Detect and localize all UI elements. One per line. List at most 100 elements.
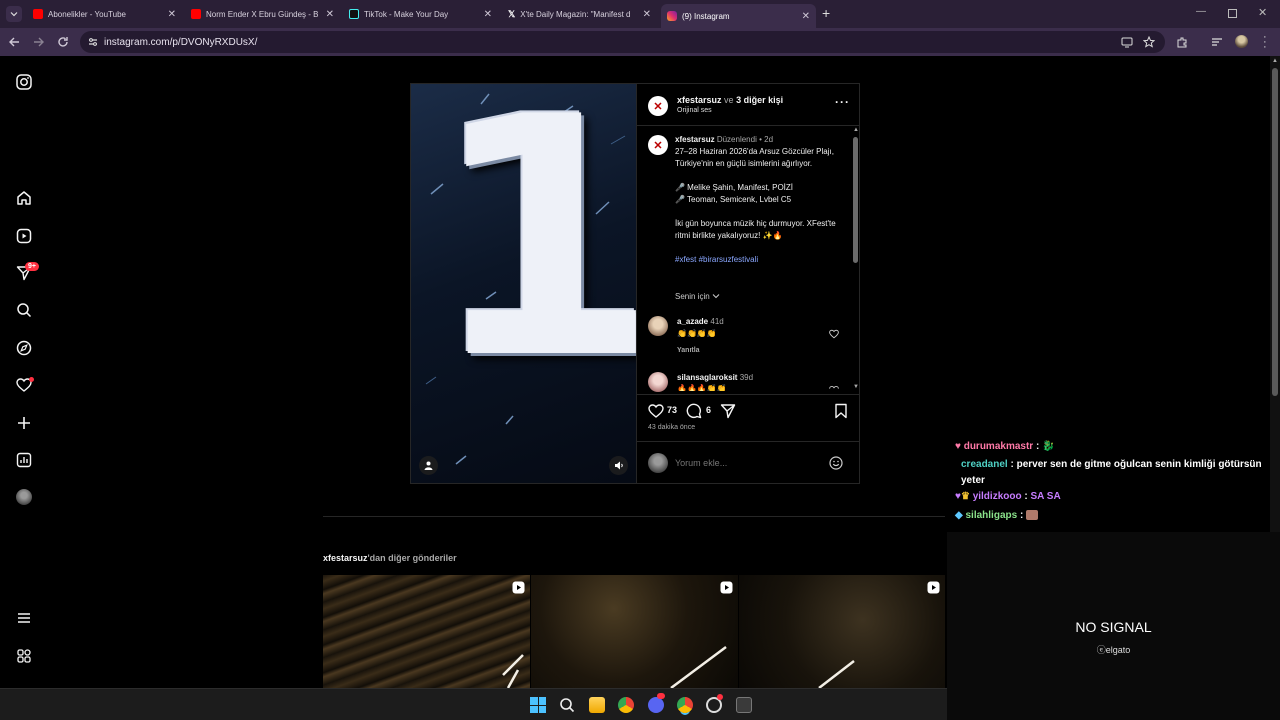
post-video[interactable]: 1: [411, 84, 636, 483]
comment: silansaglaroksit 39d: [677, 373, 753, 382]
tab-instagram[interactable]: (9) Instagram ✕: [661, 4, 816, 28]
comments-scrollbar[interactable]: ▲ ▼: [852, 127, 859, 393]
chrome-icon[interactable]: [618, 697, 634, 713]
tab-title: (9) Instagram: [682, 11, 730, 21]
profile-avatar[interactable]: [14, 487, 34, 507]
home-icon[interactable]: [14, 188, 34, 208]
more-posts-author[interactable]: xfestarsuz: [323, 553, 368, 563]
chrome-profile-icon[interactable]: [677, 697, 693, 713]
close-icon[interactable]: ✕: [326, 9, 334, 20]
comment-username[interactable]: a_azade: [677, 317, 708, 326]
instagram-logo-icon[interactable]: [14, 72, 34, 92]
windows-start-icon[interactable]: [530, 697, 546, 713]
comment-input[interactable]: [675, 455, 815, 471]
chat-username: silahligaps: [965, 510, 1018, 521]
audio-label[interactable]: Orijinal ses: [677, 107, 712, 114]
author-avatar[interactable]: ✕: [648, 96, 668, 116]
forward-icon[interactable]: [33, 36, 45, 48]
author-username[interactable]: xfestarsuz: [677, 95, 722, 105]
mute-button[interactable]: [609, 456, 628, 475]
more-post-thumbnail[interactable]: [739, 575, 945, 688]
caption-time: 2d: [764, 135, 774, 144]
reload-icon[interactable]: [57, 36, 69, 48]
capture-overlay: NO SIGNAL ⓔelgato: [947, 532, 1280, 720]
search-icon[interactable]: [14, 300, 34, 320]
comment-time: 41d: [710, 317, 724, 326]
tab-search-button[interactable]: [6, 6, 22, 22]
like-icon[interactable]: [648, 403, 664, 419]
scrollbar-thumb[interactable]: [853, 137, 858, 263]
commenter-avatar[interactable]: [648, 372, 668, 392]
comment-username[interactable]: silansaglaroksit: [677, 373, 737, 382]
like-comment-icon[interactable]: [829, 385, 839, 391]
chevron-down-icon: [712, 294, 720, 299]
caption-hashtags[interactable]: #xfest #birarsuzfestivali: [675, 254, 845, 266]
coauthor-connector: ve: [724, 95, 734, 105]
caption-line: İki gün boyunca müzik hiç durmuyor. XFes…: [675, 219, 836, 240]
bookmark-star-icon[interactable]: [1143, 36, 1155, 48]
tagged-people-button[interactable]: [419, 456, 438, 475]
like-comment-icon[interactable]: [829, 329, 839, 339]
page-scrollbar-thumb[interactable]: [1272, 68, 1278, 396]
more-menu-icon[interactable]: [14, 608, 34, 628]
comment: a_azade 41d: [677, 317, 724, 326]
for-you-toggle[interactable]: Senin için: [675, 292, 720, 301]
back-icon[interactable]: [8, 36, 20, 48]
extensions-icon[interactable]: [1176, 36, 1188, 48]
save-icon[interactable]: [834, 403, 848, 419]
caption-username[interactable]: xfestarsuz: [675, 135, 715, 144]
tab-title: TikTok - Make Your Day: [364, 9, 449, 19]
tab-title: Abonelikler - YouTube: [48, 9, 126, 19]
url-field[interactable]: instagram.com/p/DVONyRXDUsX/: [80, 31, 1165, 53]
x-icon: 𝕏: [508, 8, 516, 19]
maximize-button[interactable]: [1228, 9, 1237, 18]
commenter-avatar[interactable]: [648, 316, 668, 336]
site-info-icon[interactable]: [88, 37, 98, 47]
like-count[interactable]: 73: [667, 405, 677, 415]
close-icon[interactable]: ✕: [168, 9, 176, 20]
tab-youtube-subscriptions[interactable]: Abonelikler - YouTube ✕: [27, 4, 182, 24]
close-icon[interactable]: ✕: [643, 9, 651, 20]
comment-count[interactable]: 6: [706, 405, 711, 415]
share-icon[interactable]: [720, 403, 736, 419]
more-post-thumbnail[interactable]: [323, 575, 530, 688]
reels-icon[interactable]: [14, 226, 34, 246]
explore-icon[interactable]: [14, 338, 34, 358]
post-options-icon[interactable]: ···: [835, 95, 850, 109]
post-caption: xfestarsuz Düzenlendi • 2d 27–28 Haziran…: [675, 134, 845, 266]
emoji-icon[interactable]: [829, 456, 843, 470]
actions-divider: [637, 394, 859, 395]
cast-icon[interactable]: [1121, 36, 1133, 48]
post-author-line: xfestarsuz ve 3 diğer kişi: [677, 95, 783, 105]
reading-list-icon[interactable]: [1211, 36, 1223, 48]
dashboard-icon[interactable]: [14, 450, 34, 470]
caption-line: 🎤 Melike Şahin, Manifest, POİZİ: [675, 183, 793, 192]
profile-avatar[interactable]: [1235, 35, 1248, 48]
more-post-thumbnail[interactable]: [531, 575, 738, 688]
reply-button[interactable]: Yanıtla: [677, 347, 700, 354]
new-tab-button[interactable]: +: [822, 6, 830, 20]
also-from-meta-icon[interactable]: [14, 646, 34, 666]
address-bar: instagram.com/p/DVONyRXDUsX/ · · ·: [0, 28, 1280, 56]
taskbar: [0, 688, 947, 720]
caption-avatar[interactable]: ✕: [648, 135, 668, 155]
close-window-button[interactable]: ✕: [1258, 6, 1267, 19]
coauthors-link[interactable]: 3 diğer kişi: [736, 95, 783, 105]
search-icon[interactable]: [559, 697, 575, 713]
browser-menu-icon[interactable]: · · ·: [1263, 32, 1267, 53]
close-icon[interactable]: ✕: [484, 9, 492, 20]
chat-username: yildizkooo: [972, 491, 1022, 502]
tab-tiktok[interactable]: TikTok - Make Your Day ✕: [343, 4, 498, 24]
tab-x[interactable]: 𝕏 X'te Daily Magazin: "Manifest d ✕: [502, 4, 657, 24]
discord-icon[interactable]: [648, 697, 664, 713]
post-card: 1 ✕ xfestarsuz ve 3 diğer kişi Orijinal …: [410, 83, 860, 484]
badge-icon: ♥: [955, 441, 961, 452]
create-icon[interactable]: [14, 413, 34, 433]
calculator-icon[interactable]: [736, 697, 752, 713]
tab-youtube-video[interactable]: Norm Ender X Ebru Gündeş - B ✕: [185, 4, 340, 24]
comment-icon[interactable]: [686, 403, 702, 419]
chat-message: ◆ silahligaps :: [955, 508, 1275, 524]
close-icon[interactable]: ✕: [802, 11, 810, 22]
minimize-button[interactable]: —: [1196, 6, 1206, 17]
file-explorer-icon[interactable]: [589, 697, 605, 713]
